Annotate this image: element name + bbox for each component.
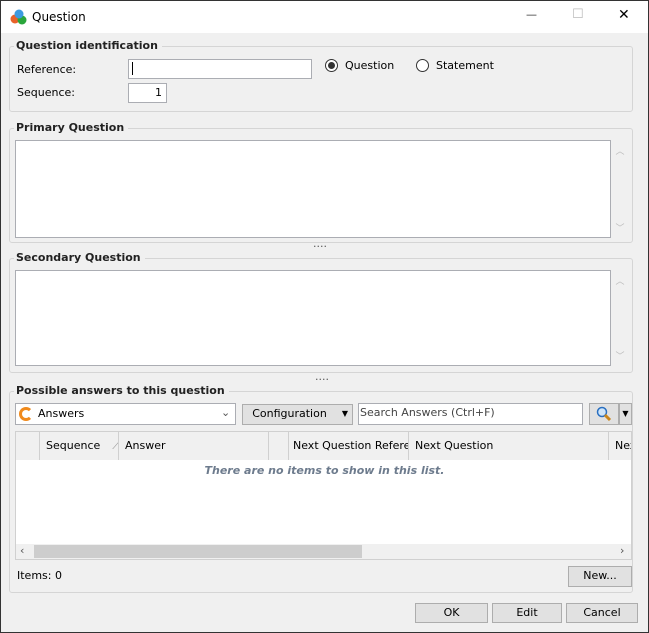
radio-statement-label: Statement	[436, 59, 494, 72]
answers-grid: Sequence⟋1 Answer Next Question Refere..…	[15, 431, 632, 560]
primary-scrollbar[interactable]: ︿ ﹀	[611, 140, 629, 238]
sequence-label: Sequence:	[17, 86, 75, 99]
ok-button[interactable]: OK	[415, 603, 488, 623]
column-header-select[interactable]	[16, 432, 40, 460]
column-header-next[interactable]: Nex	[609, 432, 631, 460]
configuration-label: Configuration	[252, 407, 327, 420]
text-cursor	[132, 62, 133, 75]
primary-question-textarea[interactable]	[15, 140, 611, 238]
secondary-question-textarea[interactable]	[15, 270, 611, 366]
sort-ascending-icon: ⟋	[112, 439, 118, 452]
items-count: Items: 0	[17, 569, 62, 582]
column-header-next-question[interactable]: Next Question	[409, 432, 609, 460]
radio-question[interactable]	[325, 59, 338, 72]
column-header-sequence[interactable]: Sequence⟋1	[40, 432, 119, 460]
title-bar: Question — ☐ ✕	[1, 1, 648, 33]
question-dialog: Question — ☐ ✕ Question identification R…	[0, 0, 649, 633]
grid-header: Sequence⟋1 Answer Next Question Refere..…	[16, 432, 631, 460]
radio-statement[interactable]	[416, 59, 429, 72]
empty-list-message: There are no items to show in this list.	[204, 464, 445, 477]
answers-icon	[19, 407, 33, 421]
configuration-button[interactable]: Configuration ▼	[242, 404, 353, 425]
splitter-handle-2[interactable]: ....	[315, 370, 329, 383]
dropdown-arrow-icon: ▼	[341, 409, 348, 418]
splitter-handle[interactable]: ....	[313, 237, 327, 250]
search-answers-input[interactable]: Search Answers (Ctrl+F)	[358, 403, 583, 425]
primary-title: Primary Question	[14, 121, 129, 134]
column-header-answer[interactable]: Answer	[119, 432, 269, 460]
window-title: Question	[32, 10, 86, 24]
cancel-button[interactable]: Cancel	[566, 603, 638, 623]
column-header-blank[interactable]	[269, 432, 289, 460]
search-button[interactable]	[589, 403, 619, 425]
new-answer-button[interactable]: New...	[568, 566, 632, 587]
search-options-dropdown[interactable]: ▼	[619, 403, 632, 425]
minimize-button[interactable]: —	[526, 8, 537, 21]
answers-title: Possible answers to this question	[14, 384, 229, 397]
maximize-button[interactable]: ☐	[572, 7, 584, 22]
reference-label: Reference:	[17, 63, 77, 76]
sequence-header-label: Sequence	[46, 439, 101, 452]
close-button[interactable]: ✕	[618, 7, 630, 23]
secondary-scrollbar[interactable]: ︿ ﹀	[611, 270, 629, 366]
radio-question-label: Question	[345, 59, 395, 72]
identification-title: Question identification	[14, 39, 162, 52]
chevron-down-icon: ⌄	[221, 406, 231, 419]
horizontal-scrollbar[interactable]: ‹ ›	[16, 544, 631, 559]
identification-group	[9, 46, 633, 112]
scrollbar-thumb[interactable]	[34, 545, 362, 558]
scroll-right-icon[interactable]: ›	[620, 544, 624, 557]
edit-button[interactable]: Edit	[492, 603, 562, 623]
search-icon	[596, 406, 612, 422]
column-header-next-question-reference[interactable]: Next Question Refere..	[289, 432, 409, 460]
scroll-left-icon[interactable]: ‹	[20, 544, 24, 557]
answers-view-value: Answers	[38, 407, 85, 420]
app-icon	[10, 9, 27, 25]
answers-view-select[interactable]: Answers ⌄	[15, 403, 236, 425]
reference-input[interactable]	[128, 59, 312, 79]
secondary-title: Secondary Question	[14, 251, 145, 264]
sequence-input[interactable]: 1	[128, 83, 167, 103]
